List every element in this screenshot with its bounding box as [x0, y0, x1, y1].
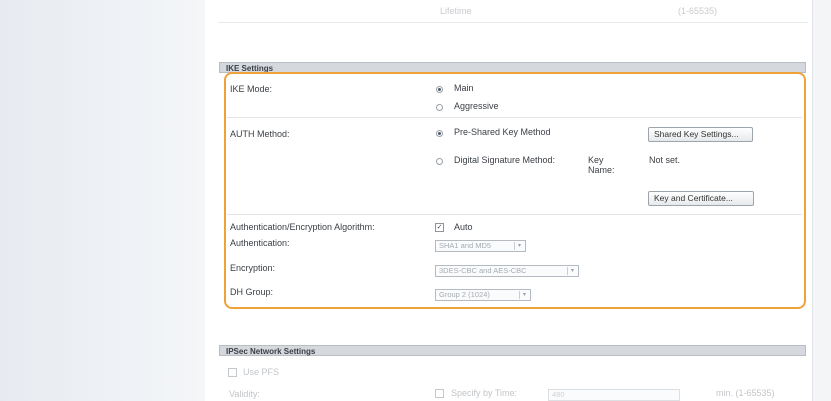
dh-group-select[interactable]: Group 2 (1024) ▾ [435, 289, 531, 301]
shared-key-settings-button[interactable]: Shared Key Settings... [648, 127, 753, 142]
key-and-certificate-button[interactable]: Key and Certificate... [648, 191, 754, 206]
authentication-label: Authentication: [230, 238, 290, 248]
radio-aggressive-label: Aggressive [454, 101, 499, 111]
key-name-value: Not set. [649, 155, 681, 165]
separator [227, 214, 802, 215]
specify-by-time-checkbox[interactable] [435, 389, 444, 398]
specify-by-time-label: Specify by Time: [451, 388, 518, 398]
use-pfs-checkbox[interactable] [228, 368, 237, 377]
radio-main-label: Main [454, 83, 474, 93]
key-name-label-line2: Name: [588, 165, 615, 175]
lifetime-range: (1-65535) [678, 6, 718, 16]
encryption-label: Encryption: [230, 263, 276, 273]
authentication-select[interactable]: SHA1 and MD5 ▾ [435, 240, 526, 252]
time-range-label: min. (1-65535) [716, 388, 775, 398]
dh-group-value: Group 2 (1024) [439, 290, 490, 299]
lifetime-label: Lifetime [440, 6, 472, 16]
authentication-value: SHA1 and MD5 [439, 241, 492, 250]
validity-label: Validity: [229, 389, 260, 399]
use-pfs-label: Use PFS [243, 367, 280, 377]
radio-digital-signature[interactable] [436, 158, 443, 165]
separator [227, 117, 802, 118]
chevron-down-icon: ▾ [519, 291, 529, 299]
encryption-select[interactable]: 3DES-CBC and AES-CBC ▾ [435, 265, 579, 277]
radio-pre-shared-key[interactable] [436, 130, 443, 137]
auto-label: Auto [454, 222, 473, 232]
radio-pre-shared-key-label: Pre-Shared Key Method [454, 127, 551, 137]
left-navigation-pane [0, 0, 205, 401]
dh-group-label: DH Group: [230, 287, 274, 297]
previous-section-row: Lifetime (1-65535) [218, 0, 808, 23]
encryption-value: 3DES-CBC and AES-CBC [439, 266, 527, 275]
key-name-label-line1: Key [588, 155, 604, 165]
auth-method-label: AUTH Method: [230, 129, 290, 139]
radio-main[interactable] [436, 86, 443, 93]
auto-checkbox[interactable]: ✓ [435, 223, 444, 232]
ipsec-network-settings-header: IPSec Network Settings [219, 345, 806, 356]
time-input[interactable]: 480 [548, 389, 680, 401]
algorithm-label: Authentication/Encryption Algorithm: [230, 222, 375, 232]
right-margin [812, 0, 831, 401]
radio-digital-signature-label: Digital Signature Method: [454, 155, 556, 165]
radio-aggressive[interactable] [436, 104, 443, 111]
chevron-down-icon: ▾ [567, 267, 577, 275]
ike-mode-label: IKE Mode: [230, 84, 273, 94]
chevron-down-icon: ▾ [514, 242, 524, 250]
